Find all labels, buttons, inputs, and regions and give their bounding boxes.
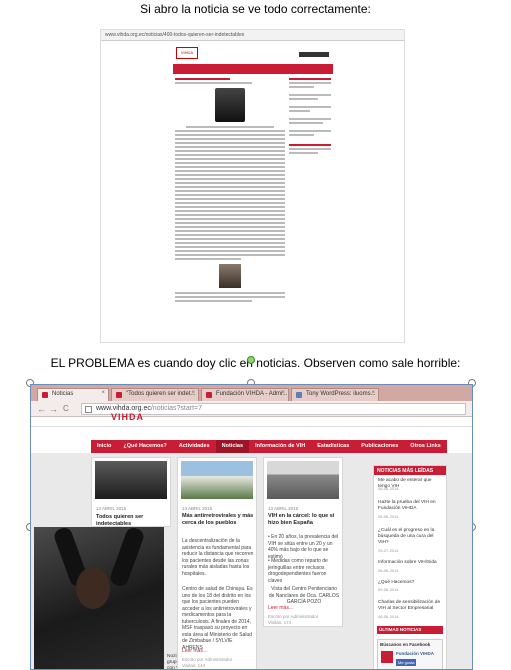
news-thumbnail[interactable] [95,461,167,499]
news-views: Visitas: 174 [268,620,292,625]
browser-tab[interactable]: Fundación VIHDA - Admi... × [201,388,289,401]
read-more-link[interactable]: Leer más... [268,605,293,612]
facebook-page-name[interactable]: Fundación VIHDA [396,651,434,656]
sidebar-item[interactable]: Hazte la prueba del VIH en Fundación VIH… [378,500,444,512]
screenshot-news-list: Noticias × "Todos quieren ser indet... ×… [30,384,473,670]
shot1-header: VIHDA [173,42,333,64]
news-title[interactable]: VIH en la cárcel: lo que si hizo bien Es… [268,513,340,527]
sidebar-item[interactable]: ¿Qué Hacemos? [378,580,444,586]
news-date: 13 ABRIL 2015 [182,506,213,511]
favicon-icon [116,392,122,398]
news-bullet: • Medidas como reparto de jeringuillas e… [268,558,328,584]
page-icon [85,406,92,413]
caption-problem: EL PROBLEMA es cuando doy clic en notici… [50,356,461,370]
back-icon[interactable]: ← [37,404,46,414]
news-card: 13 ABRIL 2015 Todos quieren ser indetect… [91,457,171,527]
close-icon[interactable]: × [101,390,105,396]
url-path: /noticias?start=7 [150,405,203,412]
shot1-logo: VIHDA [176,47,198,59]
sidebar-item[interactable]: Charlas de sensibilización de VIH al Sec… [378,600,444,612]
shot1-sidebar [289,76,331,226]
news-photo-large [34,527,164,669]
sidebar-header: NOTICIAS MÁS LEÍDAS [374,466,446,475]
news-card: 13 ABRIL 2015 VIH en la cárcel: lo que s… [263,457,343,627]
site-logo[interactable]: VIHDA [111,412,151,424]
close-icon[interactable]: × [191,390,195,396]
menu-item-noticias[interactable]: Noticias [215,440,250,453]
shot1-menu-bar [173,64,333,74]
news-excerpt: La descentralización de la asistencia es… [182,538,254,577]
tab-label: "Todos quieren ser indet... [126,391,196,397]
sidebar-item-date: 08-06-2014 [378,614,399,619]
news-date: 13 ABRIL 2015 [96,506,127,511]
sidebar-item-date: 09-06-2014 [378,587,399,592]
shot1-article [175,76,285,334]
tab-label: Fundación VIHDA - Admi... [216,391,288,397]
sidebar-section-header: ÚLTIMAS NOTICIAS [377,626,443,634]
browser-tab[interactable]: "Todos quieren ser indet... × [111,388,199,401]
reload-icon[interactable]: C [63,404,69,414]
sidebar-item-date: 08-06-2014 [378,486,399,491]
caption-top: Si abro la noticia se ve todo correctame… [140,2,371,16]
screenshot-article-view: www.vihda.org.ec/noticias/400-todos-quie… [100,29,405,343]
menu-item-otros-links[interactable]: Otros Links [404,440,447,453]
shot1-search-bar [299,52,329,57]
menu-item-publicaciones[interactable]: Publicaciones [355,440,404,453]
sidebar-item-date: 29-07-2014 [378,548,399,553]
news-excerpt-2: Centro de salud de Chinaya. Es uno de lo… [182,586,253,651]
sidebar-most-read: NOTICIAS MÁS LEÍDAS Me acabo de enterar … [373,465,447,669]
news-thumbnail[interactable] [181,461,253,499]
website-viewport: VIHDA Inicio ¿Qué Hacemos? Actividades N… [31,412,472,669]
menu-item-como-colaborar[interactable]: ¿Cómo Colaborar? [447,440,472,453]
news-title[interactable]: Todos quieren ser indetectables [96,514,168,528]
browser-tab[interactable]: Tony WordPress: iluoms... × [291,388,379,401]
shot1-body [173,74,333,334]
menu-item-informacion-vih[interactable]: Información de VIH [249,440,311,453]
site-header: VIHDA [31,412,472,427]
close-icon[interactable]: × [281,390,285,396]
menu-item-inicio[interactable]: Inicio [91,440,117,453]
favicon-icon [296,392,302,398]
news-bullet: • En 20 años, la prevalencia del VIH se … [268,534,339,560]
favicon-icon [206,392,212,398]
forward-icon[interactable]: → [49,404,58,414]
facebook-widget: Búscanos en Facebook Fundación VIHDA Me … [377,639,443,669]
news-views: Visitas: 144 [182,663,206,668]
tab-label: Tony WordPress: iluoms... [306,391,376,397]
menu-item-que-hacemos[interactable]: ¿Qué Hacemos? [117,440,172,453]
favicon-icon [42,392,48,398]
news-date: 13 ABRIL 2015 [268,506,299,511]
news-excerpt: Vista del Centro Penitenciario de Nancla… [268,586,340,605]
news-card: 13 ABRIL 2015 Más antirretrovirales y má… [177,457,257,669]
facebook-title: Búscanos en Facebook [380,642,431,647]
sidebar-item-date: 08-06-2014 [378,514,399,519]
menu-item-actividades[interactable]: Actividades [173,440,216,453]
address-toolbar: ← → C www.vihda.org.ec/noticias?start=7 [31,401,472,417]
sidebar-item-date: 08-06-2014 [378,568,399,573]
close-icon[interactable]: × [371,390,375,396]
shot1-article-photo-2 [219,264,241,288]
shot1-article-photo [215,88,245,122]
shot1-url: www.vihda.org.ec/noticias/400-todos-quie… [101,30,404,41]
sidebar-item[interactable]: ¿Cuál es el progreso en la búsqueda de u… [378,528,444,546]
read-more-link[interactable]: Leer más... [182,648,207,655]
facebook-like-button[interactable]: Me gusta [396,659,417,666]
tab-bar: Noticias × "Todos quieren ser indet... ×… [31,385,472,401]
tab-label: Noticias [52,391,74,397]
sidebar-item[interactable]: Información sobre VIH/Sida [378,560,444,566]
main-menu: Inicio ¿Qué Hacemos? Actividades Noticia… [91,440,472,453]
news-thumbnail[interactable] [267,461,339,499]
browser-tab[interactable]: Noticias × [37,388,109,401]
news-title[interactable]: Más antirretrovirales y más cerca de los… [182,513,254,527]
shot1-site: VIHDA [173,42,333,342]
menu-item-estadisticas[interactable]: Estadísticas [311,440,355,453]
rotate-handle[interactable] [247,356,255,364]
facebook-page-icon [381,651,393,663]
url-host: www.vihda.org.ec [96,405,151,412]
